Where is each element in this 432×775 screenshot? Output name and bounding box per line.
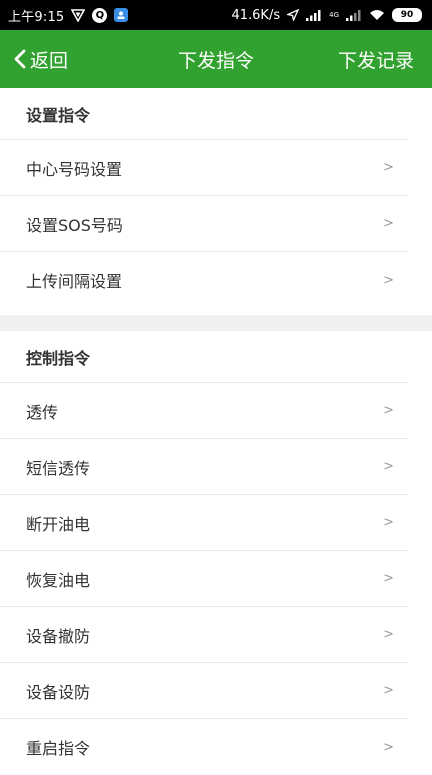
menu-item-sos-number[interactable]: 设置SOS号码 > [0,196,408,252]
vpn-shield-icon [71,8,86,22]
menu-item-restart[interactable]: 重启指令 > [0,719,408,775]
chevron-right-icon: > [383,272,394,288]
send-records-button[interactable]: 下发记录 [338,30,414,88]
net-speed: 41.6K/s [231,7,281,23]
menu-item-arm[interactable]: 设备设防 > [0,663,408,719]
menu-item-center-number[interactable]: 中心号码设置 > [0,140,408,196]
menu-item-label: 设备撤防 [26,626,91,646]
chevron-right-icon: > [383,627,394,642]
menu-item-label: 设备设防 [26,682,91,702]
q-app-icon: Q [92,7,108,23]
menu-item-label: 设置SOS号码 [26,215,123,235]
status-bar: 上午9:15 Q 41.6K/s 4G 90 [0,0,432,30]
blue-app-icon [114,8,129,22]
chevron-right-icon: > [383,459,394,474]
location-arrow-icon [287,9,300,21]
chevron-left-icon [14,49,30,69]
menu-item-passthrough[interactable]: 透传 > [0,383,408,439]
chevron-right-icon: > [383,683,394,698]
network-type: 4G [329,10,339,19]
signal-icon-2 [346,9,362,21]
back-button[interactable]: 返回 [14,30,68,88]
status-time: 上午9:15 [8,9,65,25]
menu-item-label: 重启指令 [26,739,91,758]
menu-item-sms-passthrough[interactable]: 短信透传 > [0,439,408,495]
chevron-right-icon: > [383,160,394,175]
menu-item-label: 短信透传 [26,458,91,478]
section-header-control: 控制指令 [0,331,408,383]
chevron-right-icon: > [383,403,394,418]
chevron-right-icon: > [383,216,394,231]
wifi-icon [369,9,385,21]
menu-item-cut-fuel-power[interactable]: 断开油电 > [0,495,408,551]
menu-item-label: 上传间隔设置 [26,272,123,291]
chevron-right-icon: > [383,515,394,530]
menu-item-disarm[interactable]: 设备撤防 > [0,607,408,663]
menu-item-upload-interval[interactable]: 上传间隔设置 > [0,252,408,308]
back-button-label: 返回 [30,49,69,72]
menu-item-restore-fuel-power[interactable]: 恢复油电 > [0,551,408,607]
chevron-right-icon: > [383,739,394,755]
menu-item-label: 中心号码设置 [26,159,123,179]
section-divider [0,315,432,331]
status-right: 41.6K/s 4G 90 [231,8,422,23]
menu-item-label: 断开油电 [26,514,91,534]
section-header-settings: 设置指令 [0,88,408,140]
chevron-right-icon: > [383,571,394,586]
nav-bar: 返回 下发指令 下发记录 [0,30,432,88]
signal-icon [306,9,322,21]
menu-item-label: 恢复油电 [26,570,91,590]
battery-icon: 90 [392,8,422,22]
command-list: 设置指令 中心号码设置 > 设置SOS号码 > 上传间隔设置 > 控制指令 透传… [0,88,432,775]
menu-item-label: 透传 [26,402,59,422]
status-left: 上午9:15 Q [8,6,129,25]
